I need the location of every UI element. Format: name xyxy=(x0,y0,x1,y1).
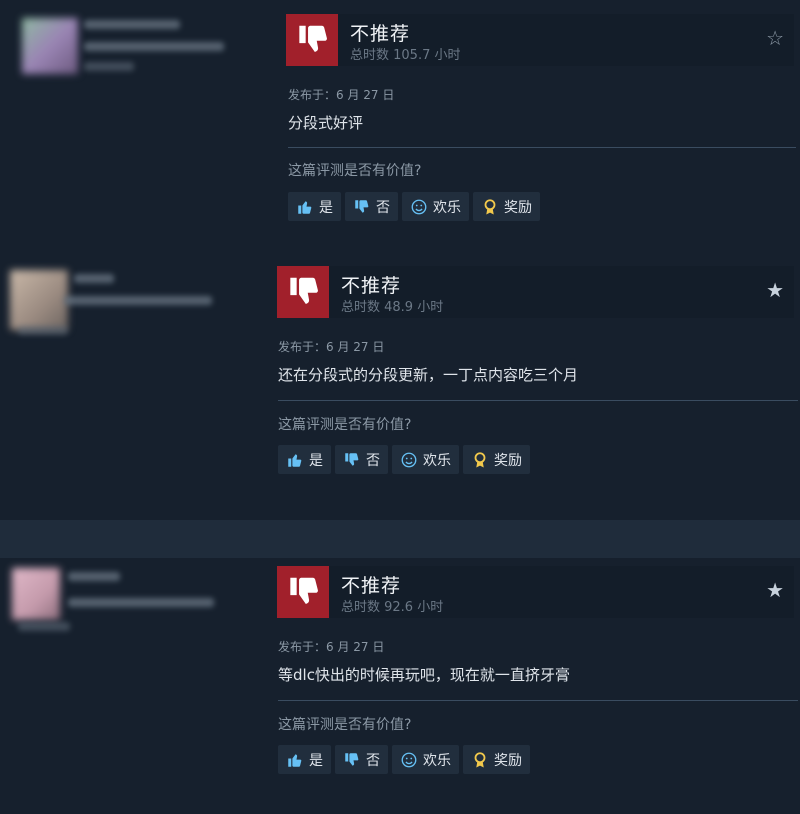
star-icon[interactable]: ★ xyxy=(766,280,784,300)
author-name-blurred xyxy=(84,20,180,29)
author-info-blurred xyxy=(84,42,224,51)
vote-funny-label: 欢乐 xyxy=(423,752,451,769)
author-info-blurred xyxy=(18,326,68,335)
vote-no-button[interactable]: 否 xyxy=(345,192,398,221)
divider xyxy=(278,400,798,401)
vote-funny-button[interactable]: 欢乐 xyxy=(392,445,459,474)
vote-funny-label: 欢乐 xyxy=(423,452,451,469)
star-icon[interactable]: ☆ xyxy=(766,28,784,48)
vote-funny-button[interactable]: 欢乐 xyxy=(392,745,459,774)
vote-yes-label: 是 xyxy=(309,452,323,469)
helpful-question: 这篇评测是否有价值? xyxy=(278,717,412,733)
helpful-question: 这篇评测是否有价值? xyxy=(288,163,422,179)
review-text: 等dlc快出的时候再玩吧，现在就一直挤牙膏 xyxy=(278,666,570,684)
vote-no-label: 否 xyxy=(366,452,380,469)
review-text: 分段式好评 xyxy=(288,114,364,132)
avatar[interactable] xyxy=(12,568,60,620)
award-ribbon-icon xyxy=(484,198,496,214)
vote-no-label: 否 xyxy=(376,199,390,216)
author-name-blurred xyxy=(68,572,120,581)
vote-no-button[interactable]: 否 xyxy=(335,445,388,474)
vote-yes-label: 是 xyxy=(319,199,333,216)
review-verdict: 不推荐 xyxy=(341,275,402,297)
thumbs-down-icon xyxy=(345,452,359,466)
award-label: 奖励 xyxy=(494,752,522,769)
author-info-blurred xyxy=(84,62,134,71)
thumbs-down-icon xyxy=(355,199,369,213)
thumbs-up-icon xyxy=(298,200,312,214)
award-button[interactable]: 奖励 xyxy=(463,445,530,474)
author-info-blurred xyxy=(64,296,212,305)
vote-header[interactable]: 不推荐 总时数 48.9 小时 ★ xyxy=(277,266,794,318)
vote-no-button[interactable]: 否 xyxy=(335,745,388,774)
vote-header[interactable]: 不推荐 总时数 92.6 小时 ★ xyxy=(277,566,794,618)
vote-header[interactable]: 不推荐 总时数 105.7 小时 ☆ xyxy=(286,14,794,66)
avatar[interactable] xyxy=(10,270,68,330)
vote-funny-button[interactable]: 欢乐 xyxy=(402,192,469,221)
star-icon[interactable]: ★ xyxy=(766,580,784,600)
posted-date: 发布于：6 月 27 日 xyxy=(278,640,385,654)
playtime-hours: 总时数 48.9 小时 xyxy=(341,300,444,315)
playtime-hours: 总时数 105.7 小时 xyxy=(350,48,461,63)
vote-funny-label: 欢乐 xyxy=(433,199,461,216)
thumbs-up-icon xyxy=(288,753,302,767)
smiley-icon xyxy=(401,452,417,467)
award-label: 奖励 xyxy=(494,452,522,469)
smiley-icon xyxy=(411,199,427,214)
award-button[interactable]: 奖励 xyxy=(463,745,530,774)
award-label: 奖励 xyxy=(504,199,532,216)
divider xyxy=(278,700,798,701)
vote-yes-label: 是 xyxy=(309,752,323,769)
vote-buttons: 是 否 欢乐 奖励 xyxy=(278,445,530,474)
thumbs-up-icon xyxy=(288,453,302,467)
thumbs-down-icon xyxy=(345,752,359,766)
playtime-hours: 总时数 92.6 小时 xyxy=(341,600,444,615)
thumbs-down-icon xyxy=(286,14,338,66)
review-card: 不推荐 总时数 105.7 小时 ☆ 发布于：6 月 27 日 分段式好评 这篇… xyxy=(0,0,800,258)
divider xyxy=(288,147,796,148)
author-info-blurred xyxy=(18,622,70,631)
posted-date: 发布于：6 月 27 日 xyxy=(288,88,395,102)
review-verdict: 不推荐 xyxy=(341,575,402,597)
vote-yes-button[interactable]: 是 xyxy=(288,192,341,221)
vote-yes-button[interactable]: 是 xyxy=(278,445,331,474)
posted-date: 发布于：6 月 27 日 xyxy=(278,340,385,354)
vote-buttons: 是 否 欢乐 奖励 xyxy=(278,745,530,774)
author-name-blurred xyxy=(74,274,114,283)
helpful-question: 这篇评测是否有价值? xyxy=(278,417,412,433)
review-separator xyxy=(0,520,800,558)
award-button[interactable]: 奖励 xyxy=(473,192,540,221)
award-ribbon-icon xyxy=(474,451,486,467)
award-ribbon-icon xyxy=(474,751,486,767)
vote-no-label: 否 xyxy=(366,752,380,769)
avatar[interactable] xyxy=(22,18,78,74)
vote-buttons: 是 否 欢乐 奖励 xyxy=(288,192,540,221)
smiley-icon xyxy=(401,752,417,767)
review-verdict: 不推荐 xyxy=(350,23,411,45)
thumbs-down-icon xyxy=(277,566,329,618)
review-text: 还在分段式的分段更新，一丁点内容吃三个月 xyxy=(278,366,579,384)
author-info-blurred xyxy=(68,598,214,607)
thumbs-down-icon xyxy=(277,266,329,318)
review-card: 不推荐 总时数 48.9 小时 ★ 发布于：6 月 27 日 还在分段式的分段更… xyxy=(0,258,800,520)
review-card: 不推荐 总时数 92.6 小时 ★ 发布于：6 月 27 日 等dlc快出的时候… xyxy=(0,558,800,814)
vote-yes-button[interactable]: 是 xyxy=(278,745,331,774)
